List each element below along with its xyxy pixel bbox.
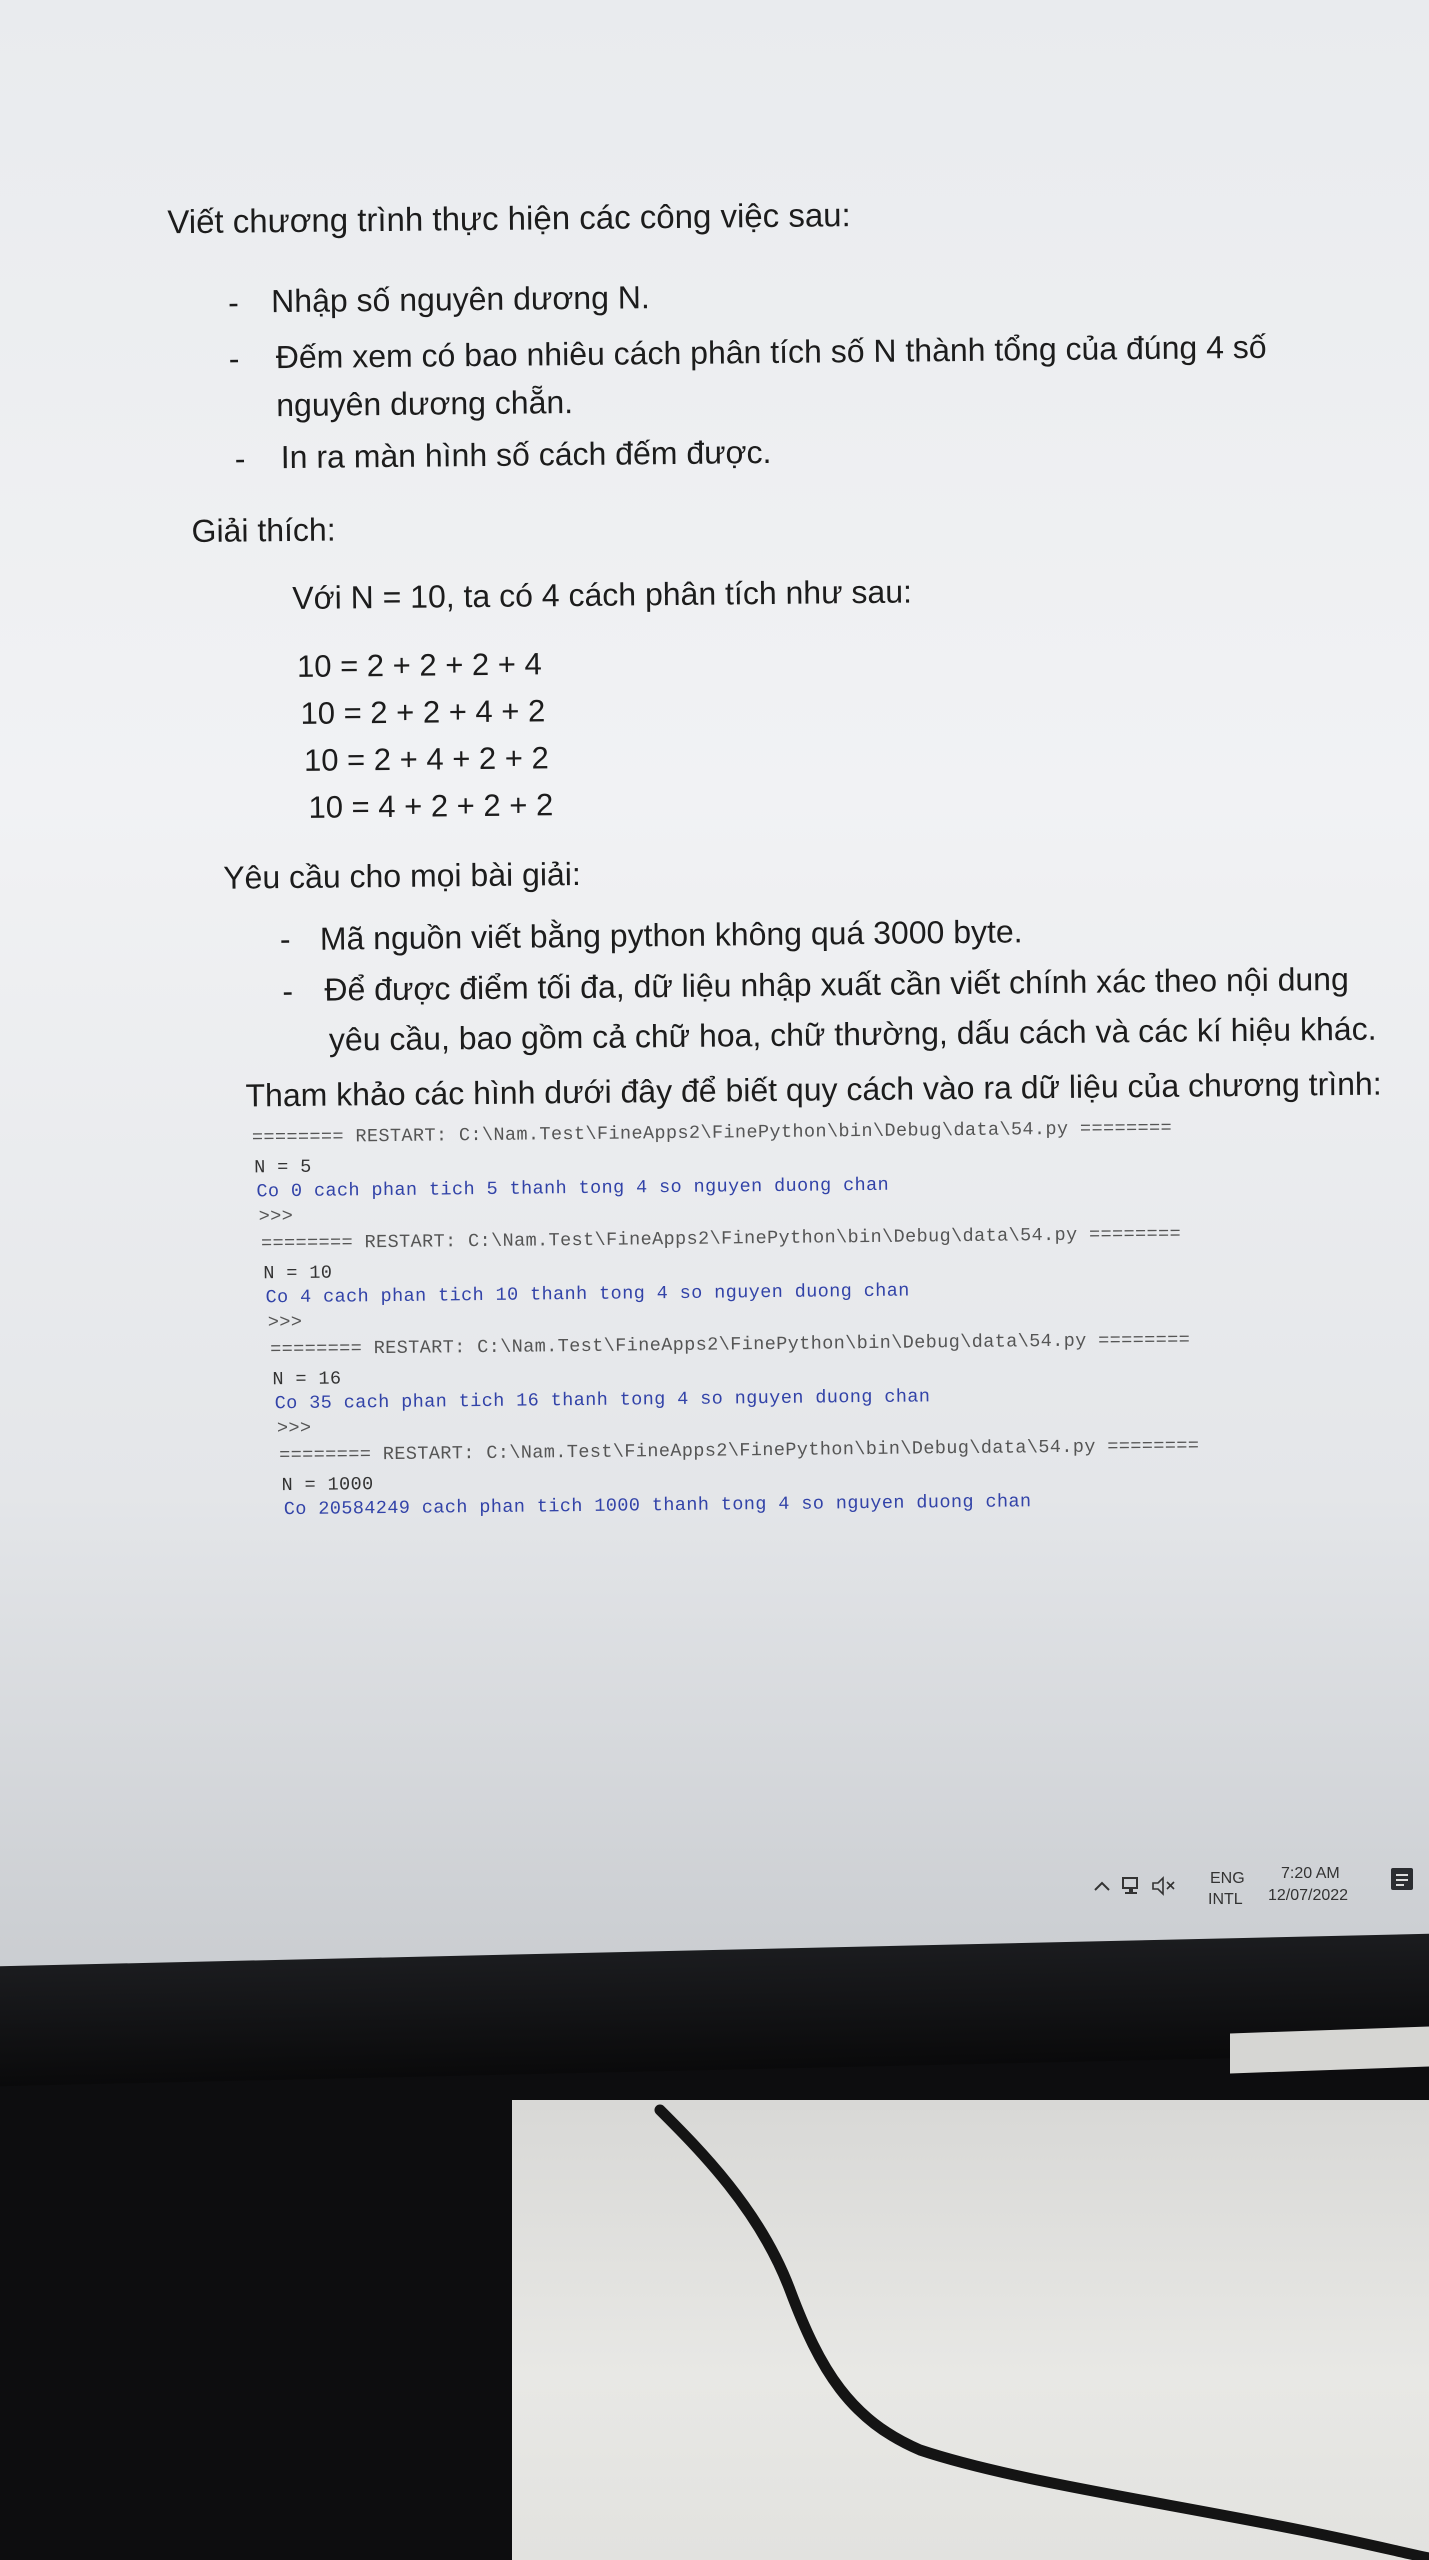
cable <box>654 2104 1429 2560</box>
